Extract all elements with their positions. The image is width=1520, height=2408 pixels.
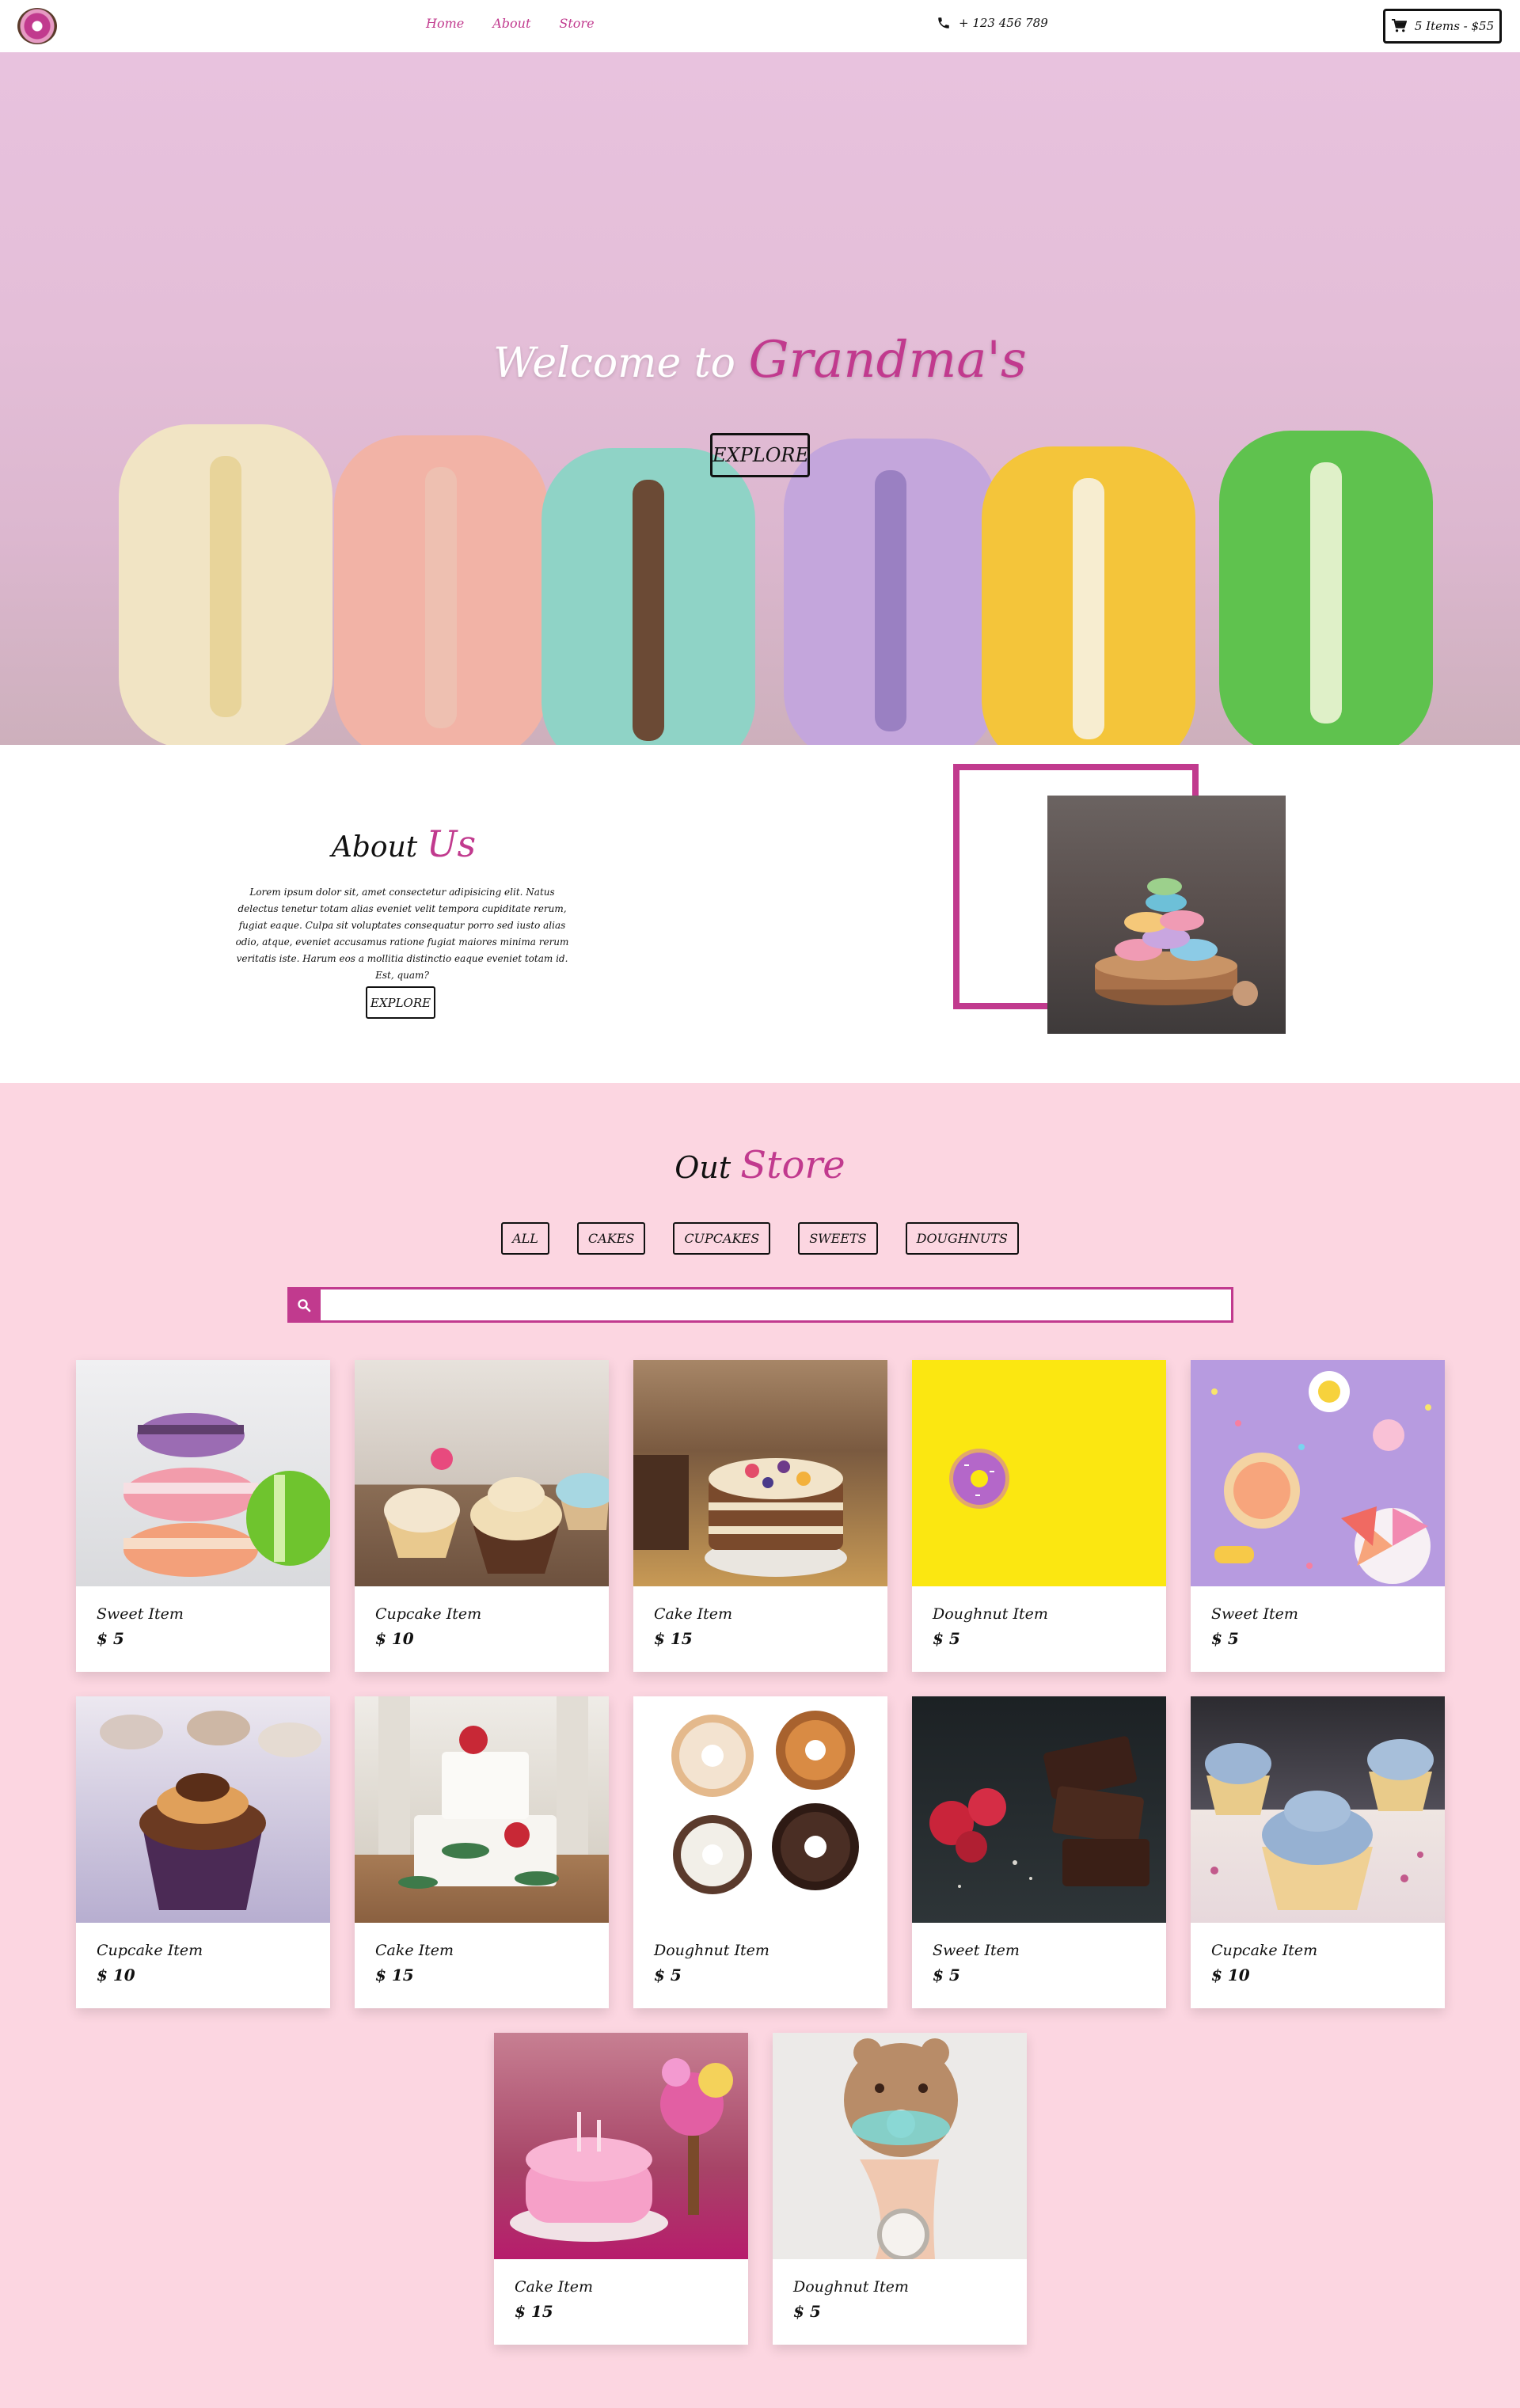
store-item-card[interactable]: Doughnut Item $ 5 — [773, 2033, 1027, 2345]
about-text: Lorem ipsum dolor sit, amet consectetur … — [235, 887, 569, 981]
store-filters: ALL CAKES CUPCAKES SWEETS DOUGHNUTS — [0, 1222, 1520, 1255]
item-name: Cake Item — [375, 1942, 454, 1959]
macaron-green — [1219, 431, 1433, 745]
item-price: $ 5 — [933, 1629, 960, 1648]
store-item-card[interactable]: Sweet Item $ 5 — [912, 1696, 1166, 2008]
cart-icon — [1391, 19, 1407, 32]
nav-link-home[interactable]: Home — [426, 16, 464, 31]
item-name: Doughnut Item — [654, 1942, 770, 1959]
cart-button[interactable]: 5 Items - $55 — [1383, 9, 1502, 44]
filter-cakes-button[interactable]: CAKES — [576, 1222, 646, 1255]
phone-contact: + 123 456 789 — [937, 16, 1048, 30]
pink-cake-image — [494, 2033, 748, 2259]
store-item-card[interactable]: Cake Item $ 15 — [355, 1696, 609, 2008]
filter-sweets-button[interactable]: SWEETS — [798, 1222, 878, 1255]
about-section: About Us Lorem ipsum dolor sit, amet con… — [0, 745, 1520, 1083]
four-doughnuts-image — [633, 1696, 887, 1923]
filter-cupcakes-button[interactable]: CUPCAKES — [673, 1222, 771, 1255]
item-price: $ 10 — [1211, 1966, 1250, 1985]
store-item-card[interactable]: Cupcake Item $ 10 — [355, 1360, 609, 1672]
store-item-card[interactable]: Cake Item $ 15 — [633, 1360, 887, 1672]
doughnut-yellow-image — [912, 1360, 1166, 1586]
macaron-lavender — [784, 439, 998, 745]
about-title-prefix: About — [331, 831, 418, 864]
store-item-card[interactable]: Doughnut Item $ 5 — [633, 1696, 887, 2008]
phone-number: + 123 456 789 — [959, 16, 1048, 30]
hero-title-accent: Grandma's — [748, 331, 1027, 389]
item-price: $ 5 — [1211, 1629, 1239, 1648]
macaron-cream — [119, 424, 332, 745]
filter-all-button[interactable]: ALL — [501, 1222, 549, 1255]
item-name: Sweet Item — [97, 1605, 184, 1623]
store-search — [287, 1287, 1233, 1323]
macaron-peach — [334, 435, 548, 745]
store-title-accent: Store — [740, 1143, 846, 1187]
filter-doughnuts-button[interactable]: DOUGHNUTS — [905, 1222, 1019, 1255]
cupcakes-image — [355, 1360, 609, 1586]
hero-banner: Welcome to Grandma's EXPLORE — [0, 52, 1520, 745]
item-name: Sweet Item — [933, 1942, 1020, 1959]
hero-title: Welcome to Grandma's — [0, 331, 1520, 389]
item-name: Cake Item — [515, 2278, 594, 2296]
hero-title-prefix: Welcome to — [493, 340, 735, 387]
item-name: Sweet Item — [1211, 1605, 1298, 1623]
item-name: Doughnut Item — [933, 1605, 1048, 1623]
item-name: Cupcake Item — [1211, 1942, 1318, 1959]
nav-link-store[interactable]: Store — [559, 16, 594, 31]
chocolate-cupcake-image — [76, 1696, 330, 1923]
item-name: Cupcake Item — [375, 1605, 482, 1623]
nav-link-about[interactable]: About — [492, 16, 530, 31]
store-item-card[interactable]: Cupcake Item $ 10 — [1191, 1696, 1445, 2008]
nav-links: Home About Store — [426, 16, 595, 31]
about-explore-button[interactable]: EXPLORE — [366, 986, 435, 1019]
item-price: $ 5 — [97, 1629, 124, 1648]
store-title: Out Store — [0, 1143, 1520, 1187]
item-name: Doughnut Item — [793, 2278, 909, 2296]
store-item-card[interactable]: Sweet Item $ 5 — [76, 1360, 330, 1672]
about-title-accent: Us — [426, 822, 477, 865]
item-price: $ 5 — [654, 1966, 682, 1985]
chocolate-raspberry-image — [912, 1696, 1166, 1923]
macaron-stack-image — [76, 1360, 330, 1586]
hero-explore-button[interactable]: EXPLORE — [710, 433, 810, 477]
about-title: About Us — [238, 822, 570, 865]
item-price: $ 15 — [515, 2302, 553, 2321]
item-price: $ 10 — [97, 1966, 135, 1985]
item-price: $ 10 — [375, 1629, 414, 1648]
doughnut-logo-icon[interactable] — [17, 8, 57, 44]
store-title-prefix: Out — [674, 1150, 732, 1185]
navbar: Home About Store + 123 456 789 5 Items -… — [0, 0, 1520, 52]
store-section: Out Store ALL CAKES CUPCAKES SWEETS DOUG… — [0, 1083, 1520, 2408]
white-cake-image — [355, 1696, 609, 1923]
item-price: $ 5 — [793, 2302, 821, 2321]
item-name: Cake Item — [654, 1605, 733, 1623]
phone-icon — [938, 17, 949, 28]
item-price: $ 15 — [654, 1629, 693, 1648]
bear-doughnut-image — [773, 2033, 1027, 2259]
search-input[interactable] — [321, 1287, 1233, 1323]
cart-summary: 5 Items - $55 — [1414, 19, 1495, 33]
macaron-tower-image — [1047, 796, 1286, 1034]
item-price: $ 15 — [375, 1966, 414, 1985]
macaron-mint — [542, 448, 755, 745]
item-price: $ 5 — [933, 1966, 960, 1985]
store-item-card[interactable]: Doughnut Item $ 5 — [912, 1360, 1166, 1672]
blue-cupcakes-image — [1191, 1696, 1445, 1923]
store-item-card[interactable]: Cake Item $ 15 — [494, 2033, 748, 2345]
layer-cake-image — [633, 1360, 887, 1586]
item-name: Cupcake Item — [97, 1942, 203, 1959]
candy-sprinkles-image — [1191, 1360, 1445, 1586]
store-item-card[interactable]: Cupcake Item $ 10 — [76, 1696, 330, 2008]
store-item-card[interactable]: Sweet Item $ 5 — [1191, 1360, 1445, 1672]
macaron-yellow — [982, 446, 1195, 745]
search-icon[interactable] — [287, 1287, 321, 1323]
